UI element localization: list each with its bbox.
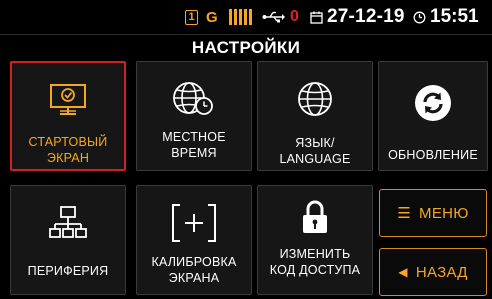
sim-icon: 1 [185, 9, 198, 25]
tile-label-line1: ОБНОВЛЕНИЕ [388, 148, 478, 162]
tile-screen-calibration[interactable]: КАЛИБРОВКА ЭКРАНА [136, 185, 252, 295]
tile-change-access-code[interactable]: ИЗМЕНИТЬ КОД ДОСТУПА [257, 185, 373, 295]
network-tree-icon [11, 194, 125, 252]
back-arrow-icon: ◀ [398, 265, 408, 279]
status-divider [0, 34, 492, 35]
sim-indicator: 1 [185, 0, 198, 34]
tile-start-screen[interactable]: СТАРТОВЫЙ ЭКРАН [10, 61, 126, 171]
usb-icon [262, 0, 286, 34]
signal-bars-icon [229, 0, 252, 34]
tile-label-line1: ПЕРИФЕРИЯ [27, 264, 109, 278]
tile-label-line1: ЯЗЫК/ [295, 136, 335, 150]
tile-label-line2: КОД ДОСТУПА [269, 263, 361, 277]
tile-peripherals[interactable]: ПЕРИФЕРИЯ [10, 185, 126, 295]
menu-button[interactable]: ☰ МЕНЮ [379, 189, 487, 237]
tile-label-line2: ЭКРАН [46, 151, 90, 165]
back-button-label: НАЗАД [415, 263, 468, 281]
tile-label-line2: LANGUAGE [279, 152, 351, 166]
tile-label-line1: ИЗМЕНИТЬ [279, 247, 351, 261]
sim-number: 1 [188, 11, 195, 23]
status-date: 27-12-19 [327, 6, 405, 27]
padlock-icon [258, 188, 372, 246]
tile-language[interactable]: ЯЗЫК/ LANGUAGE [257, 61, 373, 171]
globe-icon [258, 70, 372, 128]
tile-local-time[interactable]: МЕСТНОЕ ВРЕМЯ [136, 61, 252, 171]
tile-label-line1: КАЛИБРОВКА [151, 255, 237, 269]
counter-value: 0 [290, 8, 299, 25]
page-title: НАСТРОЙКИ [191, 38, 301, 57]
tile-label-line1: МЕСТНОЕ [162, 130, 226, 144]
clock-icon [413, 0, 426, 34]
refresh-icon [379, 74, 487, 132]
tile-update[interactable]: ОБНОВЛЕНИЕ [378, 61, 488, 171]
menu-icon: ☰ [397, 205, 412, 222]
globe-clock-icon [137, 70, 251, 128]
status-time: 15:51 [430, 6, 479, 27]
calendar-icon [310, 0, 323, 34]
tile-label-line1: СТАРТОВЫЙ [28, 135, 108, 149]
start-screen-monitor-icon [12, 71, 124, 129]
calibration-crosshair-icon [137, 194, 251, 252]
tile-label-line2: ЭКРАНА [168, 271, 220, 285]
tile-label-line2: ВРЕМЯ [171, 146, 217, 160]
status-bar: 1 G 0 27-12-19 15:51 [0, 0, 492, 34]
network-type: G [206, 8, 218, 26]
menu-button-label: МЕНЮ [419, 204, 469, 222]
back-button[interactable]: ◀ НАЗАД [379, 248, 487, 296]
